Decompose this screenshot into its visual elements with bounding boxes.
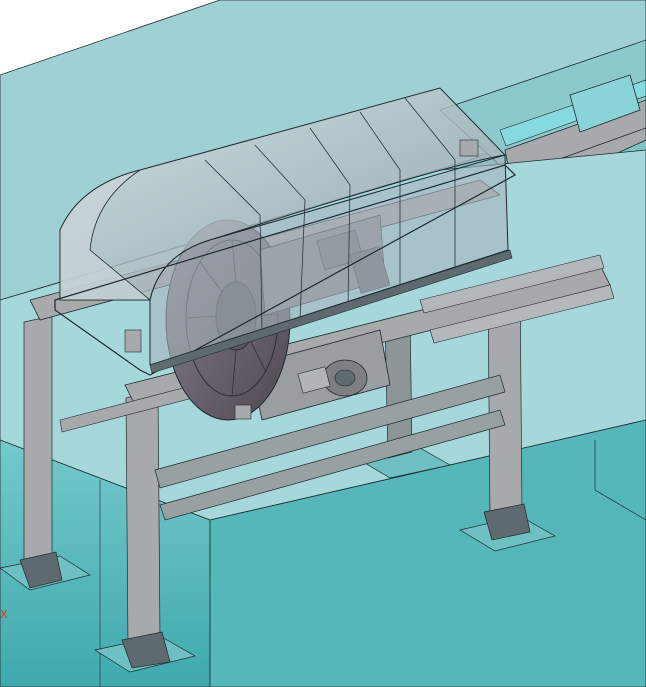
cad-3d-viewport[interactable]: X (0, 0, 646, 687)
drive-motor-hub (334, 369, 356, 387)
fitting-block (124, 329, 142, 353)
axis-x-label: X (0, 608, 8, 621)
fitting-block (234, 404, 252, 420)
model-canvas[interactable] (0, 0, 646, 687)
fitting-block (459, 139, 479, 157)
